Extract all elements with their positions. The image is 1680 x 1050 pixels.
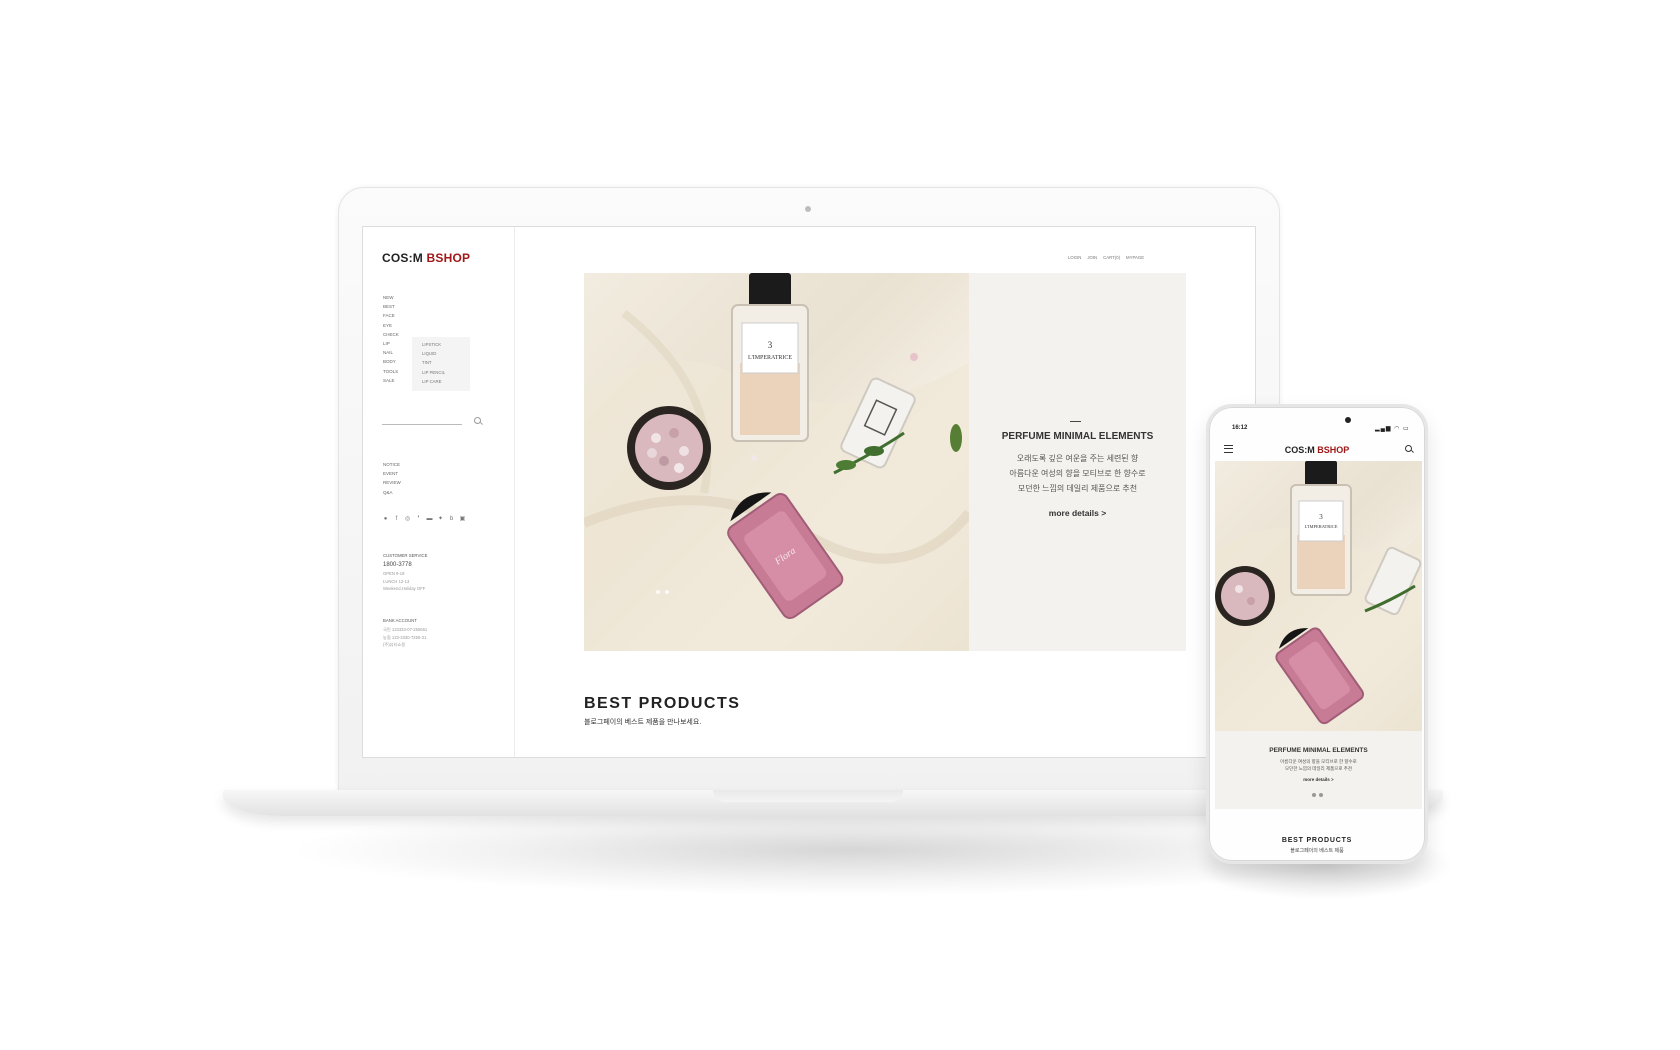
hours-line: Weekend,Holiday OFF: [383, 586, 426, 591]
hours-line: OPEN 9-18: [383, 571, 405, 576]
nav-item-lip[interactable]: LIP: [383, 339, 399, 348]
story-icon[interactable]: ❜: [415, 516, 422, 523]
search-icon[interactable]: [474, 417, 481, 424]
phone-best-subtitle: 블로그페이의 베스트 제품: [1290, 848, 1344, 854]
nav-item-face[interactable]: FACE: [383, 311, 399, 320]
customer-hours: OPEN 9-18 LUNCH 12-13 Weekend,Holiday OF…: [383, 570, 425, 593]
login-link[interactable]: LOGIN: [1068, 255, 1081, 260]
nav-item-tools[interactable]: TOOLS: [383, 367, 399, 376]
search-input[interactable]: [382, 424, 462, 425]
bank-line: 농협 123-3330-7255-31: [383, 634, 427, 640]
hero-text-panel: PERFUME MINIMAL ELEMENTS 오래도록 깊은 여운을 주는 …: [969, 273, 1186, 651]
site-logo[interactable]: COS:M BSHOP: [382, 251, 470, 265]
customer-phone: 1800-3778: [383, 562, 412, 568]
bank-line: 국민 123333-07-255551: [383, 627, 428, 632]
perfume-photo: 3 L'IMPERATRICE Flora: [584, 273, 969, 651]
phone-hero-title: PERFUME MINIMAL ELEMENTS: [1269, 747, 1368, 754]
twitter-icon[interactable]: ✦: [437, 516, 444, 523]
bank-account-label: BANK ACCOUNT: [383, 618, 417, 623]
phone-hero-line: 모던한 느낌의 데일리 제품으로 추천: [1284, 766, 1353, 771]
board-nav: NOTICE EVENT REVIEW Q&A: [383, 460, 401, 497]
sns-links: ● f ◎ ❜ ▬ ✦ b ▣: [382, 516, 466, 523]
svg-text:3: 3: [1319, 513, 1323, 521]
mypage-link[interactable]: MYPAGE: [1126, 255, 1144, 260]
cart-link[interactable]: CART(0): [1103, 255, 1120, 260]
nav-item-event[interactable]: EVENT: [383, 469, 401, 478]
band-icon[interactable]: b: [448, 516, 455, 523]
phone-more-details-link[interactable]: more details >: [1215, 777, 1422, 782]
youtube-icon[interactable]: ▣: [459, 516, 466, 523]
slider-dot[interactable]: [1319, 793, 1323, 797]
phone-logo[interactable]: COS:M BSHOP: [1209, 445, 1425, 455]
hero-line: 모던한 느낌의 데일리 제품으로 추천: [1017, 484, 1138, 493]
phone-hero-lines: 아름다운 여성의 향을 모티브로 한 향수로 모던한 느낌의 데일리 제품으로 …: [1215, 758, 1422, 772]
nav-item-qna[interactable]: Q&A: [383, 488, 401, 497]
phone-hero-image[interactable]: 3 L'IMPERATRICE: [1215, 461, 1422, 731]
phone-perfume-photo: 3 L'IMPERATRICE: [1215, 461, 1422, 731]
nav-item-review[interactable]: REVIEW: [383, 478, 401, 487]
top-menu: LOGIN JOIN CART(0) MYPAGE: [1068, 255, 1144, 260]
more-details-link[interactable]: more details >: [969, 508, 1186, 518]
logo-part2: BSHOP: [426, 251, 471, 265]
submenu-item-lip-care[interactable]: LIP CARE: [422, 377, 470, 386]
facebook-icon[interactable]: f: [393, 516, 400, 523]
bank-account-info: 국민 123333-07-255551 농협 123-3330-7255-31 …: [383, 626, 427, 649]
nav-item-new[interactable]: NEW: [383, 293, 399, 302]
hero-line: 오래도록 깊은 여운을 주는 세련된 향: [1016, 454, 1139, 463]
svg-text:3: 3: [768, 340, 773, 350]
slider-dot[interactable]: [665, 590, 669, 594]
slider-dot[interactable]: [656, 590, 660, 594]
logo-part2: BSHOP: [1317, 445, 1350, 455]
submenu-item-lip-pencil[interactable]: LIP PENCIL: [422, 368, 470, 377]
logo-part1: COS:M: [382, 251, 427, 265]
blog-icon[interactable]: ▬: [426, 516, 433, 523]
hero-line: 아름다운 여성의 향을 모티브로 한 향수로: [1009, 469, 1146, 478]
phone-device: 16:12 ▂▄▆ ◠ ▭ COS:M BSHOP 3 L'IMPERATRIC…: [1206, 404, 1428, 864]
slider-dot[interactable]: [1312, 793, 1316, 797]
hero-dash: [1070, 421, 1081, 422]
nav-item-nail[interactable]: NAIL: [383, 348, 399, 357]
nav-item-body[interactable]: BODY: [383, 357, 399, 366]
hero-slider-dots[interactable]: [656, 590, 669, 594]
lip-submenu: LIPSTICK LIQUID TINT LIP PENCIL LIP CARE: [412, 337, 470, 391]
nav-item-check[interactable]: CHECK: [383, 330, 399, 339]
best-products-title: BEST PRODUCTS: [584, 695, 741, 712]
best-products-subtitle: 블로그페이의 베스트 제품을 만나보세요.: [584, 719, 702, 726]
hours-line: LUNCH 12-13: [383, 578, 410, 584]
phone-best-title: BEST PRODUCTS: [1281, 837, 1353, 844]
customer-service-label: CUSTOMER SERVICE: [383, 553, 428, 558]
phone-time: 16:12: [1232, 425, 1248, 431]
submenu-item-lipstick[interactable]: LIPSTICK: [422, 340, 470, 349]
talk-icon[interactable]: ●: [382, 516, 389, 523]
phone-slider-dots[interactable]: [1312, 793, 1323, 797]
submenu-item-liquid[interactable]: LIQUID: [422, 349, 470, 358]
phone-camera: [1345, 417, 1351, 423]
laptop-base-notch: [713, 790, 903, 802]
phone-hero-text: PERFUME MINIMAL ELEMENTS 아름다운 여성의 향을 모티브…: [1215, 731, 1422, 809]
hero-title: PERFUME MINIMAL ELEMENTS: [1001, 431, 1154, 442]
phone-search-icon[interactable]: [1405, 445, 1412, 452]
phone-status-icons: ▂▄▆ ◠ ▭: [1375, 426, 1410, 432]
sidebar: COS:M BSHOP NEW BEST FACE EYE CHECK LIP …: [363, 227, 515, 757]
laptop-camera: [805, 206, 811, 212]
svg-text:L'IMPERATRICE: L'IMPERATRICE: [1304, 524, 1337, 529]
join-link[interactable]: JOIN: [1087, 255, 1097, 260]
nav-item-notice[interactable]: NOTICE: [383, 460, 401, 469]
nav-item-eye[interactable]: EYE: [383, 321, 399, 330]
logo-part1: COS:M: [1284, 445, 1318, 455]
submenu-item-tint[interactable]: TINT: [422, 358, 470, 367]
hero-image[interactable]: 3 L'IMPERATRICE Flora: [584, 273, 969, 651]
nav-item-best[interactable]: BEST: [383, 302, 399, 311]
laptop-screen: COS:M BSHOP NEW BEST FACE EYE CHECK LIP …: [362, 226, 1256, 758]
phone-hero-line: 아름다운 여성의 향을 모티브로 한 향수로: [1280, 759, 1357, 764]
nav-item-sale[interactable]: SALE: [383, 376, 399, 385]
bank-line: (주)뷰티쇼핑: [383, 642, 406, 647]
instagram-icon[interactable]: ◎: [404, 516, 411, 523]
svg-text:L'IMPERATRICE: L'IMPERATRICE: [748, 355, 792, 361]
category-nav: NEW BEST FACE EYE CHECK LIP NAIL BODY TO…: [383, 293, 399, 385]
